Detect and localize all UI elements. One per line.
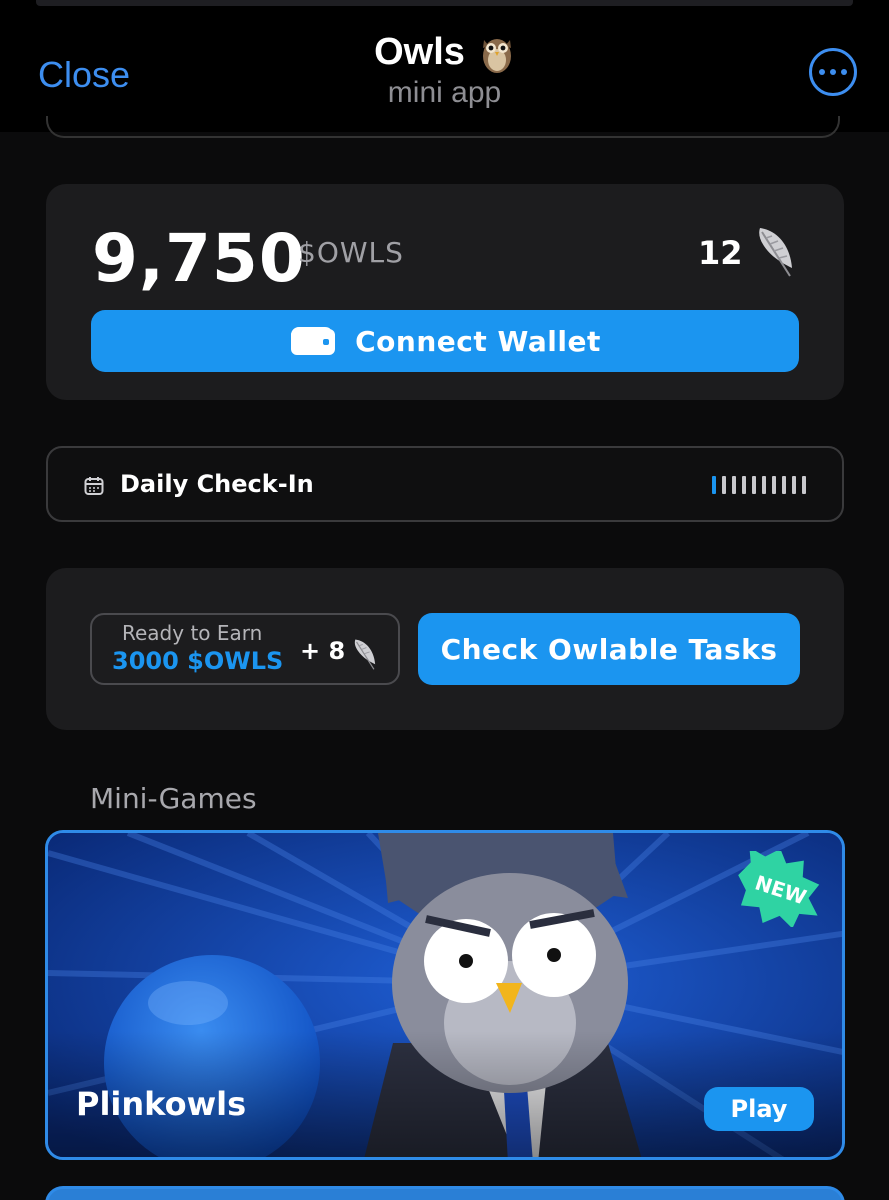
balance-card: 9,750 $OWLS 12 Connect Wallet (46, 184, 844, 400)
dot (830, 69, 836, 75)
top-strip (0, 0, 889, 8)
daily-checkin-label: Daily Check-In (120, 470, 314, 498)
earn-value: 3000 $OWLS (112, 647, 284, 675)
checkin-day-tick (802, 476, 806, 494)
check-tasks-button[interactable]: Check Owlable Tasks (418, 613, 800, 685)
calendar-icon (84, 477, 104, 495)
daily-checkin-card[interactable]: Daily Check-In (46, 446, 844, 522)
minigames-section-title: Mini-Games (90, 782, 257, 815)
earn-caption: Ready to Earn (122, 621, 263, 645)
feather-icon (354, 639, 376, 670)
checkin-day-tick (752, 476, 756, 494)
connect-wallet-button[interactable]: Connect Wallet (91, 310, 799, 372)
feather-count: 12 (698, 234, 743, 272)
play-button[interactable]: Play (704, 1087, 814, 1131)
checkin-day-tick (782, 476, 786, 494)
checkin-day-tick (772, 476, 776, 494)
balance-unit: $OWLS (298, 236, 404, 269)
wallet-icon (291, 327, 336, 355)
app-subtitle: mini app (387, 76, 502, 109)
connect-wallet-label: Connect Wallet (355, 324, 601, 358)
ready-to-earn-box: Ready to Earn 3000 $OWLS + 8 (90, 613, 400, 685)
checkin-progress (712, 476, 806, 494)
checkin-day-tick (712, 476, 716, 494)
app-title: Owls (374, 30, 465, 73)
tasks-card: Ready to Earn 3000 $OWLS + 8 Check Owlab… (46, 568, 844, 730)
checkin-day-tick (762, 476, 766, 494)
top-strip-bar (36, 0, 853, 6)
app-title-row: Owls (374, 30, 515, 74)
earn-bonus: + 8 (300, 637, 346, 665)
new-badge-icon: NEW (738, 851, 820, 927)
checkin-day-tick (792, 476, 796, 494)
next-game-card[interactable] (45, 1186, 845, 1200)
checkin-day-tick (742, 476, 746, 494)
checkin-day-tick (722, 476, 726, 494)
title-block: Owls mini app (0, 30, 889, 110)
dot (819, 69, 825, 75)
dot (841, 69, 847, 75)
previous-card-edge (46, 116, 840, 138)
balance-amount: 9,750 (92, 220, 306, 297)
app-header: Close Owls mini app (0, 8, 889, 132)
game-title: Plinkowls (76, 1085, 247, 1123)
feather-icon (759, 228, 792, 277)
owl-emoji-icon (482, 39, 511, 73)
more-ellipsis-icon[interactable] (809, 48, 857, 96)
game-card-plinkowls[interactable]: NEW Plinkowls Play (45, 830, 845, 1160)
checkin-day-tick (732, 476, 736, 494)
